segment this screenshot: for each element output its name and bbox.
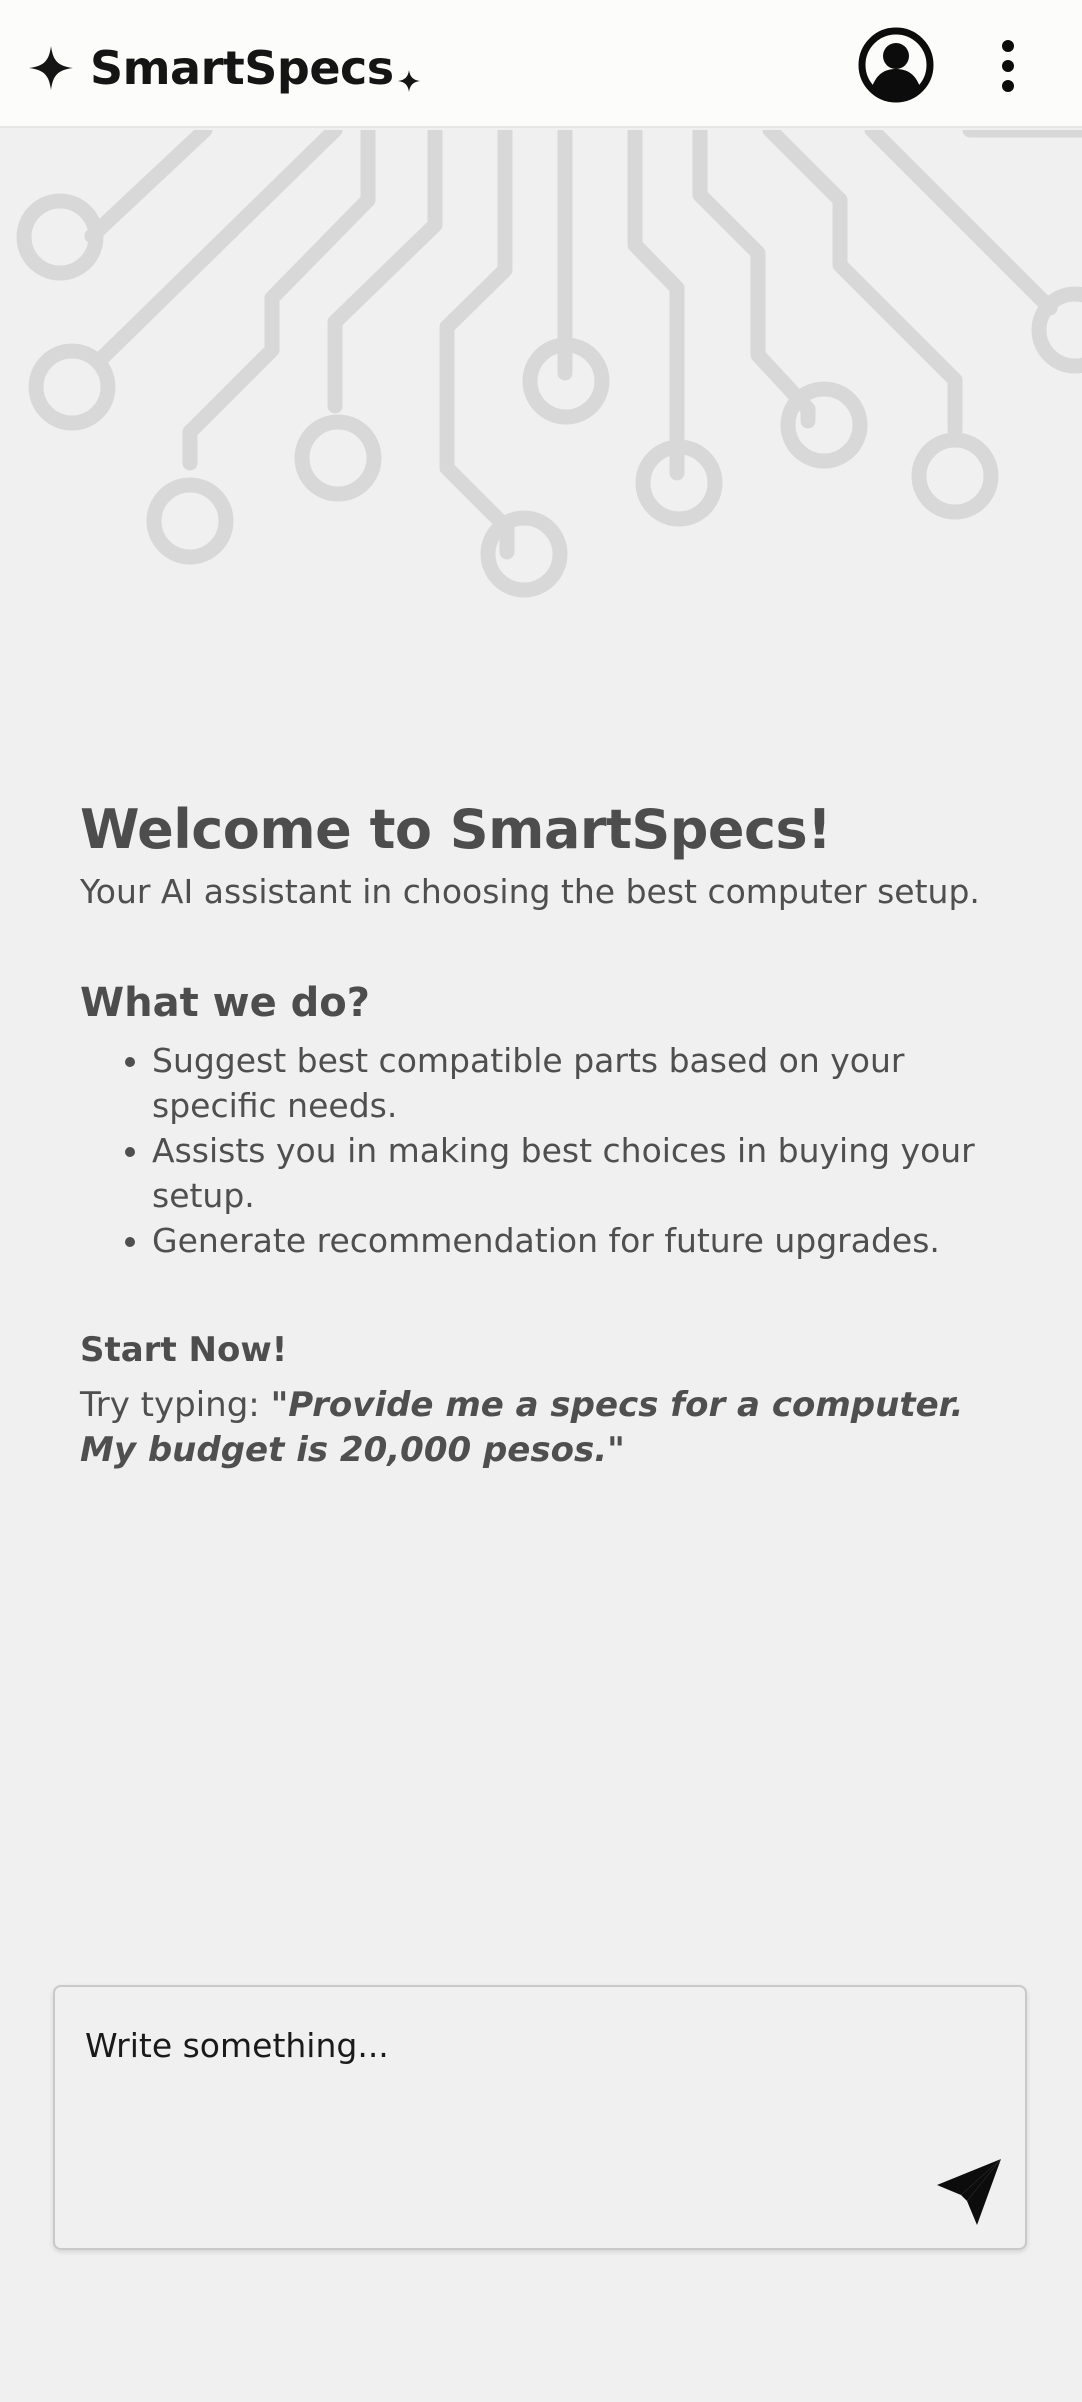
start-now-title: Start Now!: [80, 1330, 288, 1370]
try-typing-hint: Try typing: "Provide me a specs for a co…: [80, 1383, 1020, 1473]
welcome-content: Welcome to SmartSpecs! Your AI assistant…: [80, 790, 1020, 1473]
feature-item: Generate recommendation for future upgra…: [152, 1218, 1020, 1263]
what-we-do-title: What we do?: [80, 980, 370, 1026]
message-input[interactable]: [85, 2015, 965, 2075]
try-typing-prefix: Try typing:: [80, 1385, 271, 1425]
feature-list: Suggest best compatible parts based on y…: [80, 1038, 1020, 1263]
feature-item: Assists you in making best choices in bu…: [152, 1128, 1020, 1218]
sparkle-small-icon: [397, 70, 420, 92]
send-icon: [937, 2159, 1001, 2225]
more-vert-icon[interactable]: [990, 38, 1026, 94]
account-circle-icon[interactable]: [858, 27, 934, 103]
welcome-subtitle: Your AI assistant in choosing the best c…: [80, 872, 980, 911]
app-header: SmartSpecs: [0, 0, 1082, 128]
sparkle-icon: [29, 46, 73, 90]
message-composer: [53, 1985, 1027, 2250]
circuit-background-illustration: [16, 130, 1082, 598]
welcome-title: Welcome to SmartSpecs!: [80, 798, 832, 861]
send-button[interactable]: [935, 2157, 1005, 2227]
brand-logo[interactable]: SmartSpecs: [28, 38, 420, 98]
feature-item: Suggest best compatible parts based on y…: [152, 1038, 1020, 1128]
brand-name: SmartSpecs: [90, 41, 394, 95]
